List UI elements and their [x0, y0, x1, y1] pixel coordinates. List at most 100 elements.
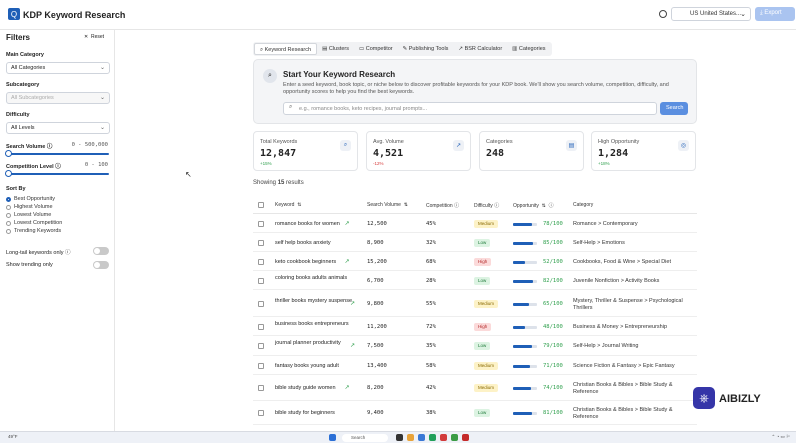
tab-categories[interactable]: ▥ Categories	[507, 43, 550, 55]
radio-button[interactable]	[6, 228, 11, 234]
column-header-competition[interactable]: Competition ⓘ	[426, 195, 459, 213]
main-tabs: ⌕ Keyword Research ▤ Clusters ▭ Competit…	[253, 42, 552, 56]
opportunity-bar-fill	[513, 303, 529, 306]
table-row[interactable]: business books entrepreneurs 11,200 72% Hig…	[253, 317, 697, 336]
row-checkbox[interactable]	[258, 385, 264, 391]
select-all-checkbox[interactable]	[258, 195, 264, 213]
sort-option-trending[interactable]: Trending Keywords	[6, 228, 61, 234]
keyword-cell[interactable]: self help books anxiety	[275, 240, 355, 247]
keyword-cell[interactable]: bible study for beginners	[275, 410, 355, 417]
weather-widget[interactable]: 49°F	[8, 434, 18, 439]
longtail-toggle[interactable]	[93, 247, 109, 255]
search-volume-cell: 7,500	[367, 343, 384, 349]
app-icon[interactable]	[429, 434, 436, 441]
radio-button[interactable]	[6, 220, 11, 226]
sort-option-lowest-competition[interactable]: Lowest Competition	[6, 220, 62, 226]
slider-handle[interactable]	[5, 170, 12, 177]
stat-change: -12%	[373, 161, 384, 166]
tab-publishing-tools[interactable]: ✎ Publishing Tools	[398, 43, 454, 55]
slider-handle[interactable]	[5, 150, 12, 157]
competition-cell: 28%	[426, 278, 436, 284]
radio-button[interactable]	[6, 196, 11, 202]
table-row[interactable]: keto cookbook beginners ↗ 15,200 68% High 52/…	[253, 252, 697, 271]
competition-max: 100	[98, 162, 108, 168]
keyword-cell[interactable]: journal planner productivity	[275, 340, 355, 347]
row-checkbox[interactable]	[258, 221, 264, 227]
row-checkbox[interactable]	[258, 410, 264, 416]
row-checkbox[interactable]	[258, 324, 264, 330]
tab-bsr-calculator[interactable]: ↗ BSR Calculator	[453, 43, 507, 55]
country-select[interactable]: US United States... ⌄	[671, 7, 751, 21]
column-header-category[interactable]: Category	[573, 195, 593, 213]
subcategory-select[interactable]: All Subcategories ⌄	[6, 92, 110, 104]
column-header-difficulty[interactable]: Difficulty ⓘ	[474, 195, 499, 213]
column-header-keyword[interactable]: Keyword ⇅	[275, 195, 301, 213]
opportunity-bar-fill	[513, 223, 532, 226]
search-volume-cell: 13,400	[367, 363, 387, 369]
keyword-cell[interactable]: keto cookbook beginners	[275, 259, 355, 266]
keyword-cell[interactable]: fantasy books young adult	[275, 363, 355, 370]
system-tray[interactable]: ⌃ ◔ ▭ ⚐	[771, 434, 790, 440]
windows-start-icon[interactable]	[329, 434, 336, 441]
row-checkbox[interactable]	[258, 301, 264, 307]
radio-button[interactable]	[6, 212, 11, 218]
stat-card-total-keywords: Total Keywords 12,847 +15% ⌕	[253, 131, 358, 171]
difficulty-badge: High	[474, 258, 492, 266]
row-checkbox[interactable]	[258, 259, 264, 265]
table-row[interactable]: coloring books adults animals 6,700 28% Low…	[253, 271, 697, 290]
column-header-search-volume[interactable]: Search Volume ⇅	[367, 195, 408, 213]
app-title: KDP Keyword Research	[23, 10, 126, 20]
row-checkbox[interactable]	[258, 278, 264, 284]
opportunity-score: 48/100	[543, 324, 563, 330]
row-checkbox[interactable]	[258, 343, 264, 349]
table-row[interactable]: fantasy books young adult 13,400 58% Medium…	[253, 356, 697, 375]
keyword-cell[interactable]: romance books for women	[275, 221, 355, 228]
globe-icon[interactable]	[659, 10, 667, 18]
trending-up-icon: ↗	[350, 301, 356, 307]
table-row[interactable]: self help books anxiety 8,900 32% Low 85/100…	[253, 233, 697, 252]
category-cell: Christian Books & Bibles > Bible Study &…	[573, 407, 673, 420]
folder-icon[interactable]	[407, 434, 414, 441]
sort-option-lowest-volume[interactable]: Lowest Volume	[6, 212, 51, 218]
app-icon[interactable]	[396, 434, 403, 441]
opportunity-bar-fill	[513, 261, 526, 264]
table-row[interactable]: romance books for women ↗ 12,500 45% Medium 7…	[253, 214, 697, 233]
keyword-cell[interactable]: business books entrepreneurs	[275, 321, 355, 328]
browser-icon[interactable]	[418, 434, 425, 441]
trending-toggle[interactable]	[93, 261, 109, 269]
app-icon[interactable]	[440, 434, 447, 441]
competition-level-range: 0 - 100	[84, 162, 108, 168]
sort-option-highest-volume[interactable]: Highest Volume	[6, 204, 53, 210]
difficulty-select[interactable]: All Levels ⌄	[6, 122, 110, 134]
table-row[interactable]: bible study for beginners 9,400 38% Low 81/1…	[253, 401, 697, 425]
main-category-select[interactable]: All Categories ⌄	[6, 62, 110, 74]
keyword-cell[interactable]: thriller books mystery suspense	[275, 298, 355, 305]
reset-button[interactable]: ✕ Reset	[84, 34, 104, 40]
taskbar-search[interactable]: Search	[342, 434, 388, 442]
tab-competitor[interactable]: ▭ Competitor	[354, 43, 398, 55]
opportunity-bar	[513, 303, 537, 306]
export-button[interactable]: ⤓ Export	[755, 7, 795, 21]
table-row[interactable]: thriller books mystery suspense ↗ 9,800 55%…	[253, 290, 697, 317]
keyword-cell[interactable]: bible study guide women	[275, 385, 355, 392]
tab-label: Keyword Research	[264, 47, 312, 53]
sort-option-best-opportunity[interactable]: Best Opportunity	[6, 196, 55, 202]
row-checkbox[interactable]	[258, 363, 264, 369]
search-volume-cell: 15,200	[367, 259, 387, 265]
search-volume-slider[interactable]	[5, 150, 109, 157]
table-row[interactable]: bible study guide women ↗ 8,200 42% Medium 74…	[253, 375, 697, 401]
column-header-opportunity[interactable]: Opportunity ⇅ ⓘ	[513, 195, 554, 213]
competition-level-slider[interactable]	[5, 170, 109, 177]
search-button[interactable]: Search	[660, 102, 688, 115]
app-icon[interactable]	[462, 434, 469, 441]
opportunity-bar-fill	[513, 387, 531, 390]
row-checkbox[interactable]	[258, 240, 264, 246]
keyword-search-input[interactable]: ⌕ e.g., romance books, keto recipes, jour…	[283, 102, 657, 115]
keyword-cell[interactable]: coloring books adults animals	[275, 275, 355, 282]
app-icon[interactable]	[451, 434, 458, 441]
tab-keyword-research[interactable]: ⌕ Keyword Research	[254, 43, 318, 55]
tab-clusters[interactable]: ▤ Clusters	[317, 43, 354, 55]
table-row[interactable]: journal planner productivity ↗ 7,500 35% Low…	[253, 336, 697, 356]
checkbox[interactable]	[258, 202, 264, 208]
radio-button[interactable]	[6, 204, 11, 210]
